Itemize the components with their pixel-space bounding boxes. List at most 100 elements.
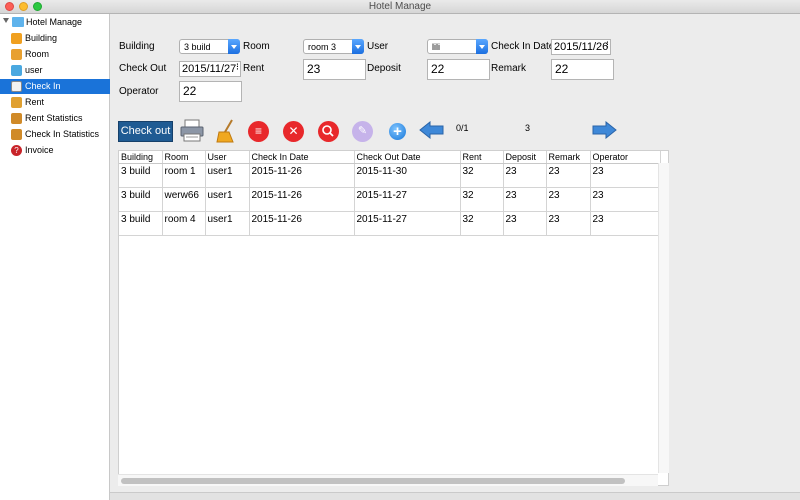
- room-select[interactable]: room 3: [303, 39, 364, 54]
- table-cell[interactable]: user1: [205, 187, 250, 212]
- table-cell[interactable]: room 1: [162, 163, 206, 188]
- add-icon[interactable]: +: [389, 123, 406, 140]
- question-icon: ?: [11, 145, 22, 156]
- table-cell[interactable]: user1: [205, 211, 250, 236]
- tree-root-hotel-manage[interactable]: Hotel Manage: [0, 15, 110, 29]
- checkin-table-grid: Building Room User Check In Date Check Out D…: [119, 151, 661, 236]
- table-cell[interactable]: 2015-11-27: [354, 211, 461, 236]
- edit-icon[interactable]: ✎: [352, 121, 373, 142]
- sidebar-item-label: Building: [25, 33, 58, 43]
- table-cell[interactable]: 3 build: [119, 187, 163, 212]
- disclosure-triangle-icon[interactable]: [3, 18, 9, 23]
- column-header-user[interactable]: User: [205, 151, 250, 164]
- sidebar-item-label: Rent: [25, 97, 45, 107]
- table-cell[interactable]: werw66: [162, 187, 206, 212]
- table-cell[interactable]: 23: [590, 211, 661, 236]
- search-icon[interactable]: [318, 121, 339, 142]
- deposit-input[interactable]: 22: [427, 59, 490, 80]
- window-title: Hotel Manage: [368, 1, 432, 12]
- chevron-down-icon[interactable]: [228, 39, 240, 54]
- chevron-down-icon[interactable]: [476, 39, 488, 54]
- table-row[interactable]: 3 build room 4 user1 2015-11-26 2015-11-27 32…: [119, 211, 661, 236]
- sidebar-item-check-in[interactable]: Check In: [0, 79, 110, 94]
- user-label: User: [367, 41, 389, 52]
- table-cell[interactable]: 3 build: [119, 211, 163, 236]
- sidebar-item-rent[interactable]: Rent: [0, 95, 110, 110]
- magnifier-glyph: [322, 125, 334, 137]
- checkin-date-value: 2015/11/26: [554, 41, 609, 53]
- building-icon: [11, 33, 22, 44]
- window-bottom-bar: [110, 492, 800, 500]
- printer-icon[interactable]: [179, 119, 205, 143]
- table-cell[interactable]: 2015-11-26: [249, 163, 355, 188]
- table-cell[interactable]: 23: [503, 187, 547, 212]
- table-cell[interactable]: 23: [546, 211, 591, 236]
- rent-input[interactable]: 23: [303, 59, 366, 80]
- remark-input[interactable]: 22: [551, 59, 614, 80]
- table-cell[interactable]: 23: [546, 163, 591, 188]
- column-header-deposit[interactable]: Deposit: [503, 151, 547, 164]
- sidebar-item-label: Rent Statistics: [25, 113, 83, 123]
- sidebar-item-label: Check In: [25, 81, 61, 91]
- table-cell[interactable]: 23: [546, 187, 591, 212]
- checkin-date-field[interactable]: 2015/11/26 ⁝: [551, 39, 611, 55]
- horizontal-scrollbar-thumb[interactable]: [121, 478, 625, 484]
- sidebar-item-room[interactable]: Room: [0, 47, 110, 62]
- table-row[interactable]: 3 build room 1 user1 2015-11-26 2015-11-30 32…: [119, 163, 661, 188]
- table-cell[interactable]: 23: [503, 163, 547, 188]
- sidebar-item-user[interactable]: user: [0, 63, 110, 78]
- column-header-rent[interactable]: Rent: [460, 151, 504, 164]
- sidebar-item-label: Room: [25, 49, 50, 59]
- column-header-check-out-date[interactable]: Check Out Date: [354, 151, 461, 164]
- checkin-date-label: Check In Date: [491, 41, 555, 52]
- table-row[interactable]: 3 build werw66 user1 2015-11-26 2015-11-27 32…: [119, 187, 661, 212]
- table-cell[interactable]: room 4: [162, 211, 206, 236]
- date-stepper-icon[interactable]: ⁝: [236, 62, 239, 73]
- table-cell[interactable]: 32: [460, 163, 504, 188]
- sidebar-item-building[interactable]: Building: [0, 31, 110, 46]
- building-select[interactable]: 3 build: [179, 39, 240, 54]
- sidebar-item-label: Invoice: [25, 145, 54, 155]
- checkout-date-value: 2015/11/27: [182, 63, 237, 75]
- table-cell[interactable]: 23: [503, 211, 547, 236]
- user-select[interactable]: lili: [427, 39, 488, 54]
- chevron-down-icon[interactable]: [352, 39, 364, 54]
- sidebar-item-invoice[interactable]: ? Invoice: [0, 143, 110, 158]
- list-icon[interactable]: ≡: [248, 121, 269, 142]
- column-header-room[interactable]: Room: [162, 151, 206, 164]
- table-cell[interactable]: 2015-11-30: [354, 163, 461, 188]
- date-stepper-icon[interactable]: ⁝: [606, 40, 609, 51]
- table-cell[interactable]: 23: [590, 163, 661, 188]
- table-cell[interactable]: 2015-11-27: [354, 187, 461, 212]
- checkin-statistics-icon: [11, 129, 22, 140]
- table-cell[interactable]: 32: [460, 211, 504, 236]
- sidebar-item-rent-statistics[interactable]: Rent Statistics: [0, 111, 110, 126]
- previous-page-arrow-icon[interactable]: [419, 121, 444, 139]
- rent-statistics-icon: [11, 113, 22, 124]
- broom-icon[interactable]: [215, 118, 237, 144]
- column-header-remark[interactable]: Remark: [546, 151, 591, 164]
- deposit-label: Deposit: [367, 63, 401, 74]
- table-cell[interactable]: 2015-11-26: [249, 211, 355, 236]
- column-header-check-in-date[interactable]: Check In Date: [249, 151, 355, 164]
- user-select-value: lili: [432, 42, 440, 52]
- table-cell[interactable]: 32: [460, 187, 504, 212]
- next-page-arrow-icon[interactable]: [592, 121, 617, 139]
- delete-icon[interactable]: ✕: [283, 121, 304, 142]
- operator-input[interactable]: 22: [179, 81, 242, 102]
- column-header-building[interactable]: Building: [119, 151, 163, 164]
- column-header-operator[interactable]: Operator: [590, 151, 661, 164]
- table-cell[interactable]: user1: [205, 163, 250, 188]
- table-cell[interactable]: 23: [590, 187, 661, 212]
- table-cell[interactable]: 3 build: [119, 163, 163, 188]
- sidebar-item-check-in-statistics[interactable]: Check In Statistics: [0, 127, 110, 142]
- house-icon: [11, 49, 22, 60]
- vertical-scrollbar[interactable]: [658, 163, 669, 473]
- table-cell[interactable]: 2015-11-26: [249, 187, 355, 212]
- checkout-date-field[interactable]: 2015/11/27 ⁝: [179, 61, 241, 77]
- table-header-row: Building Room User Check In Date Check Out D…: [119, 151, 661, 164]
- building-label: Building: [119, 41, 155, 52]
- check-out-button[interactable]: Check out: [118, 121, 173, 142]
- horizontal-scrollbar[interactable]: [118, 474, 658, 486]
- operator-label: Operator: [119, 86, 159, 97]
